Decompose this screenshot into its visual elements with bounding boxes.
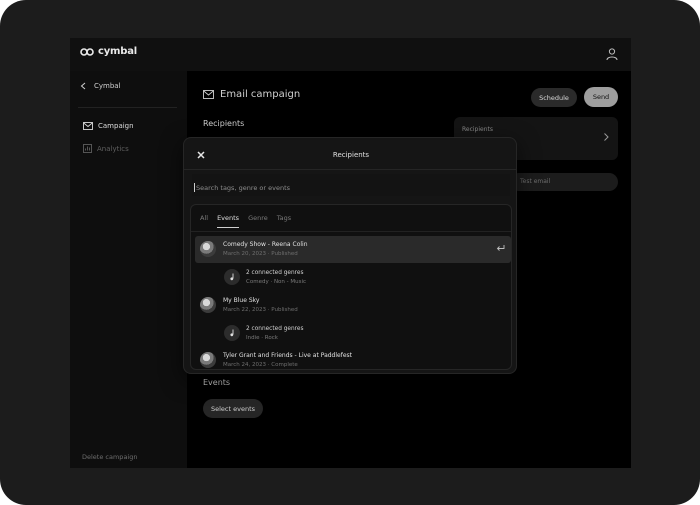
tabs-divider xyxy=(191,231,511,232)
event-date: March 24, 2023 xyxy=(223,362,267,368)
search-input[interactable]: Search tags, genre or events xyxy=(192,174,510,196)
genres-list: Comedy · Non - Music xyxy=(246,279,307,285)
mail-icon xyxy=(203,90,214,99)
device-frame: cymbal Cymbal Campaign Analytics Delete … xyxy=(0,0,700,505)
schedule-button[interactable]: Schedule xyxy=(531,88,577,107)
back-label: Cymbal xyxy=(94,82,121,90)
event-meta: March 24, 2023 · Complete xyxy=(223,362,298,368)
user-icon[interactable] xyxy=(605,47,619,61)
modal-title: Recipients xyxy=(332,151,370,159)
event-result-row[interactable]: Comedy Show - Reena Colin March 20, 2023… xyxy=(195,236,511,263)
recipients-card-label: Recipients xyxy=(462,126,494,133)
event-result-row[interactable]: My Blue Sky March 22, 2023 · Published xyxy=(195,292,511,319)
sidebar: Cymbal Campaign Analytics Delete campaig… xyxy=(70,71,187,468)
test-email-input[interactable]: Test email xyxy=(510,173,618,191)
filter-tabs: All Events Genre Tags xyxy=(200,214,291,228)
event-avatar xyxy=(200,241,216,257)
brand-logo[interactable]: cymbal xyxy=(80,46,137,57)
event-avatar xyxy=(200,352,216,368)
modal-divider xyxy=(184,169,516,170)
mail-icon xyxy=(83,122,93,130)
connected-genres-row[interactable]: 2 connected genres Indie · Rock xyxy=(195,320,511,346)
sidebar-item-label: Analytics xyxy=(97,144,129,153)
event-date: March 22, 2023 xyxy=(223,307,267,313)
recipients-modal: Recipients Search tags, genre or events … xyxy=(183,137,517,374)
tab-tags[interactable]: Tags xyxy=(277,214,291,228)
select-events-button[interactable]: Select events xyxy=(203,399,263,418)
recipients-heading: Recipients xyxy=(203,119,245,128)
event-avatar xyxy=(200,297,216,313)
event-meta: March 20, 2023 · Published xyxy=(223,251,298,257)
results-panel: All Events Genre Tags Comedy Show - Reen… xyxy=(190,204,512,370)
event-title: My Blue Sky xyxy=(223,297,260,304)
cymbal-logo-icon xyxy=(80,47,94,56)
brand-name: cymbal xyxy=(98,46,138,57)
back-link[interactable]: Cymbal xyxy=(80,82,121,90)
sidebar-item-analytics[interactable]: Analytics xyxy=(83,144,129,153)
sidebar-divider xyxy=(78,107,177,108)
event-date: March 20, 2023 xyxy=(223,251,267,257)
event-meta: March 22, 2023 · Published xyxy=(223,307,298,313)
event-title: Tyler Grant and Friends - Live at Paddle… xyxy=(223,352,352,359)
genre-badge xyxy=(224,269,240,285)
event-status: Complete xyxy=(271,362,298,368)
connected-genres-row[interactable]: 2 connected genres Comedy · Non - Music xyxy=(195,264,511,290)
app-screen: cymbal Cymbal Campaign Analytics Delete … xyxy=(70,38,631,468)
delete-campaign-link[interactable]: Delete campaign xyxy=(82,453,137,461)
search-placeholder: Search tags, genre or events xyxy=(196,183,291,192)
genres-count: 2 connected genres xyxy=(246,326,304,332)
tab-events[interactable]: Events xyxy=(217,214,240,228)
text-caret xyxy=(194,183,195,192)
page-title-text: Email campaign xyxy=(220,89,301,100)
music-note-icon xyxy=(230,273,234,281)
event-status: Published xyxy=(271,251,298,257)
event-status: Published xyxy=(271,307,298,313)
genre-badge xyxy=(224,325,240,341)
chevron-right-icon xyxy=(604,133,609,141)
top-bar: cymbal xyxy=(70,38,631,71)
send-button[interactable]: Send xyxy=(584,87,618,107)
genres-count: 2 connected genres xyxy=(246,270,304,276)
tab-genre[interactable]: Genre xyxy=(248,214,268,228)
event-result-row[interactable]: Tyler Grant and Friends - Live at Paddle… xyxy=(195,347,511,369)
page-title: Email campaign xyxy=(203,89,300,100)
chart-icon xyxy=(83,144,92,153)
events-heading: Events xyxy=(203,378,231,387)
enter-icon xyxy=(496,245,505,251)
chevron-left-icon xyxy=(80,82,86,90)
genres-list: Indie · Rock xyxy=(246,335,278,341)
tab-all[interactable]: All xyxy=(200,214,208,228)
music-note-icon xyxy=(230,329,234,337)
event-title: Comedy Show - Reena Colin xyxy=(223,241,308,248)
sidebar-item-campaign[interactable]: Campaign xyxy=(83,122,134,130)
sidebar-item-label: Campaign xyxy=(98,122,134,130)
